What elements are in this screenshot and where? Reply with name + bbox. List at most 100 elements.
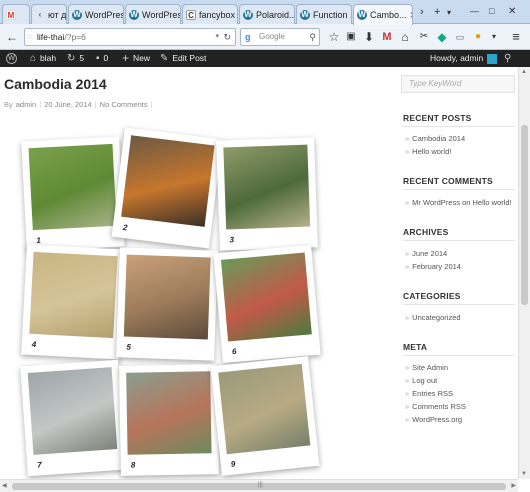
dropdown-icon[interactable]: ▾: [215, 29, 219, 45]
tab-label: Cambo...: [370, 10, 407, 20]
sidebar-search-input[interactable]: Type KeyWord: [401, 75, 515, 93]
category-item[interactable]: » Uncategorized: [405, 313, 461, 322]
shield-icon[interactable]: ◆: [434, 29, 450, 45]
browser-window: M ‹ ют д... W WordPres... W WordPres... …: [0, 0, 530, 492]
tab-scroll-right-icon[interactable]: ›: [420, 6, 424, 18]
wordpress-icon: W: [300, 9, 310, 20]
tab-5[interactable]: W Polaroid...: [239, 4, 295, 24]
polaroid-photo-6[interactable]: 6: [213, 244, 321, 364]
photo-image: [28, 143, 117, 231]
meta-link[interactable]: Comments RSS: [412, 402, 466, 411]
polaroid-photo-8[interactable]: 8: [119, 364, 219, 476]
author-link[interactable]: admin: [16, 100, 36, 109]
new-label: New: [133, 53, 151, 63]
comments-link[interactable]: ▪ 0: [96, 50, 108, 67]
window-close-icon[interactable]: ✕: [508, 6, 516, 17]
vertical-scrollbar[interactable]: ▲ ▼: [518, 67, 530, 479]
maximize-icon[interactable]: □: [489, 6, 494, 16]
polaroid-photo-5[interactable]: 5: [116, 247, 218, 361]
admin-search-button[interactable]: ⚲: [504, 50, 511, 67]
meta-item[interactable]: » Comments RSS: [405, 402, 466, 411]
meta-link[interactable]: WordPress.org: [412, 415, 462, 424]
tab-label: Function ...: [313, 9, 351, 20]
tools-icon[interactable]: ✂: [416, 29, 432, 45]
recent-post-item[interactable]: » Hello world!: [405, 147, 451, 156]
scroll-down-icon[interactable]: ▼: [521, 471, 527, 477]
photo-image: [126, 371, 212, 455]
scrollbar-thumb[interactable]: [521, 125, 528, 305]
tab-list-icon[interactable]: ▾: [447, 8, 451, 17]
archive-link[interactable]: February 2014: [412, 262, 461, 271]
comment-post-link[interactable]: Hello world!: [473, 198, 512, 207]
wp-logo-button[interactable]: W: [6, 50, 17, 67]
new-content-link[interactable]: + New: [122, 50, 150, 67]
comment-author-link[interactable]: Mr WordPress: [412, 198, 460, 207]
bookmarks-menu-icon[interactable]: ▣: [343, 29, 359, 45]
meta-link[interactable]: Entries RSS: [412, 389, 453, 398]
tab-1[interactable]: ‹ ют д...: [31, 4, 67, 24]
menu-icon[interactable]: ≡: [508, 29, 524, 45]
scroll-up-icon[interactable]: ▲: [521, 69, 527, 75]
meta-item[interactable]: » Entries RSS: [405, 389, 453, 398]
meta-item[interactable]: » WordPress.org: [405, 415, 462, 424]
tab-cambodia[interactable]: W Cambo... ✕: [353, 4, 413, 25]
close-icon[interactable]: ✕: [410, 10, 412, 21]
category-link[interactable]: Uncategorized: [412, 313, 460, 322]
photo-image: [121, 135, 215, 227]
back-icon[interactable]: ←: [4, 29, 20, 45]
date-link[interactable]: 20 June, 2014: [44, 100, 92, 109]
minimize-icon[interactable]: —: [470, 6, 479, 16]
scroll-left-icon[interactable]: ◀: [2, 482, 7, 489]
arrow-right-icon: »: [405, 376, 410, 385]
tab-3[interactable]: W WordPres...: [125, 4, 181, 24]
chevron-down-icon[interactable]: ▾: [486, 29, 502, 45]
polaroid-photo-4[interactable]: 4: [21, 244, 125, 360]
photo-image: [123, 254, 211, 340]
extension-icon[interactable]: ▭: [452, 29, 468, 45]
plus-icon: +: [122, 51, 130, 65]
horizontal-scrollbar[interactable]: ◀ ||| ▶: [0, 479, 518, 492]
photo-image: [218, 363, 311, 455]
url-bar[interactable]: ◌ life-thai/?p=6 ▾ ↻: [24, 28, 236, 46]
archive-link[interactable]: June 2014: [412, 249, 447, 258]
arrow-right-icon: »: [405, 262, 410, 271]
updates-link[interactable]: ↻ 5: [67, 50, 84, 67]
meta-link[interactable]: Site Admin: [412, 363, 448, 372]
tab-gmail[interactable]: M: [2, 4, 30, 24]
polaroid-photo-1[interactable]: 1: [21, 136, 125, 252]
widget-title-categories: CATEGORIES: [403, 291, 461, 301]
photo-label: 9: [230, 459, 236, 469]
magnifier-icon[interactable]: ⚲: [309, 29, 316, 45]
addon-icon[interactable]: ●: [470, 29, 486, 45]
polaroid-photo-9[interactable]: 9: [210, 356, 320, 476]
polaroid-photo-2[interactable]: 2: [111, 127, 223, 249]
download-icon[interactable]: ⬇: [361, 29, 377, 45]
navigation-bar: ← ◌ life-thai/?p=6 ▾ ↻ g Google ⚲ ☆ ▣ ⬇ …: [0, 24, 530, 50]
new-tab-icon[interactable]: +: [434, 6, 440, 18]
edit-post-link[interactable]: ✎ Edit Post: [160, 50, 206, 67]
meta-item[interactable]: » Site Admin: [405, 363, 448, 372]
bookmark-star-icon[interactable]: ☆: [326, 29, 342, 45]
recent-post-item[interactable]: » Cambodia 2014: [405, 134, 465, 143]
comments-link[interactable]: No Comments: [100, 100, 148, 109]
tab-2[interactable]: W WordPres...: [68, 4, 124, 24]
recent-post-link[interactable]: Cambodia 2014: [412, 134, 465, 143]
meta-item[interactable]: » Log out: [405, 376, 437, 385]
recent-post-link[interactable]: Hello world!: [412, 147, 451, 156]
tab-label: ют д...: [48, 9, 67, 20]
scroll-right-icon[interactable]: ▶: [511, 482, 516, 489]
account-menu[interactable]: Howdy, admin: [430, 50, 498, 67]
home-icon[interactable]: ⌂: [397, 29, 413, 45]
tab-6[interactable]: W Function ...: [296, 4, 352, 24]
photo-label: 1: [36, 235, 42, 245]
meta-link[interactable]: Log out: [412, 376, 437, 385]
tab-4[interactable]: C fancybox ...: [182, 4, 238, 24]
polaroid-photo-3[interactable]: 3: [216, 137, 318, 251]
archive-item[interactable]: » February 2014: [405, 262, 461, 271]
mail-extension-icon[interactable]: M: [379, 29, 395, 45]
archive-item[interactable]: » June 2014: [405, 249, 447, 258]
reload-icon[interactable]: ↻: [223, 29, 231, 45]
search-input[interactable]: g Google ⚲: [240, 28, 320, 46]
polaroid-photo-7[interactable]: 7: [20, 359, 126, 477]
site-name-link[interactable]: ⌂ blah: [30, 50, 56, 67]
